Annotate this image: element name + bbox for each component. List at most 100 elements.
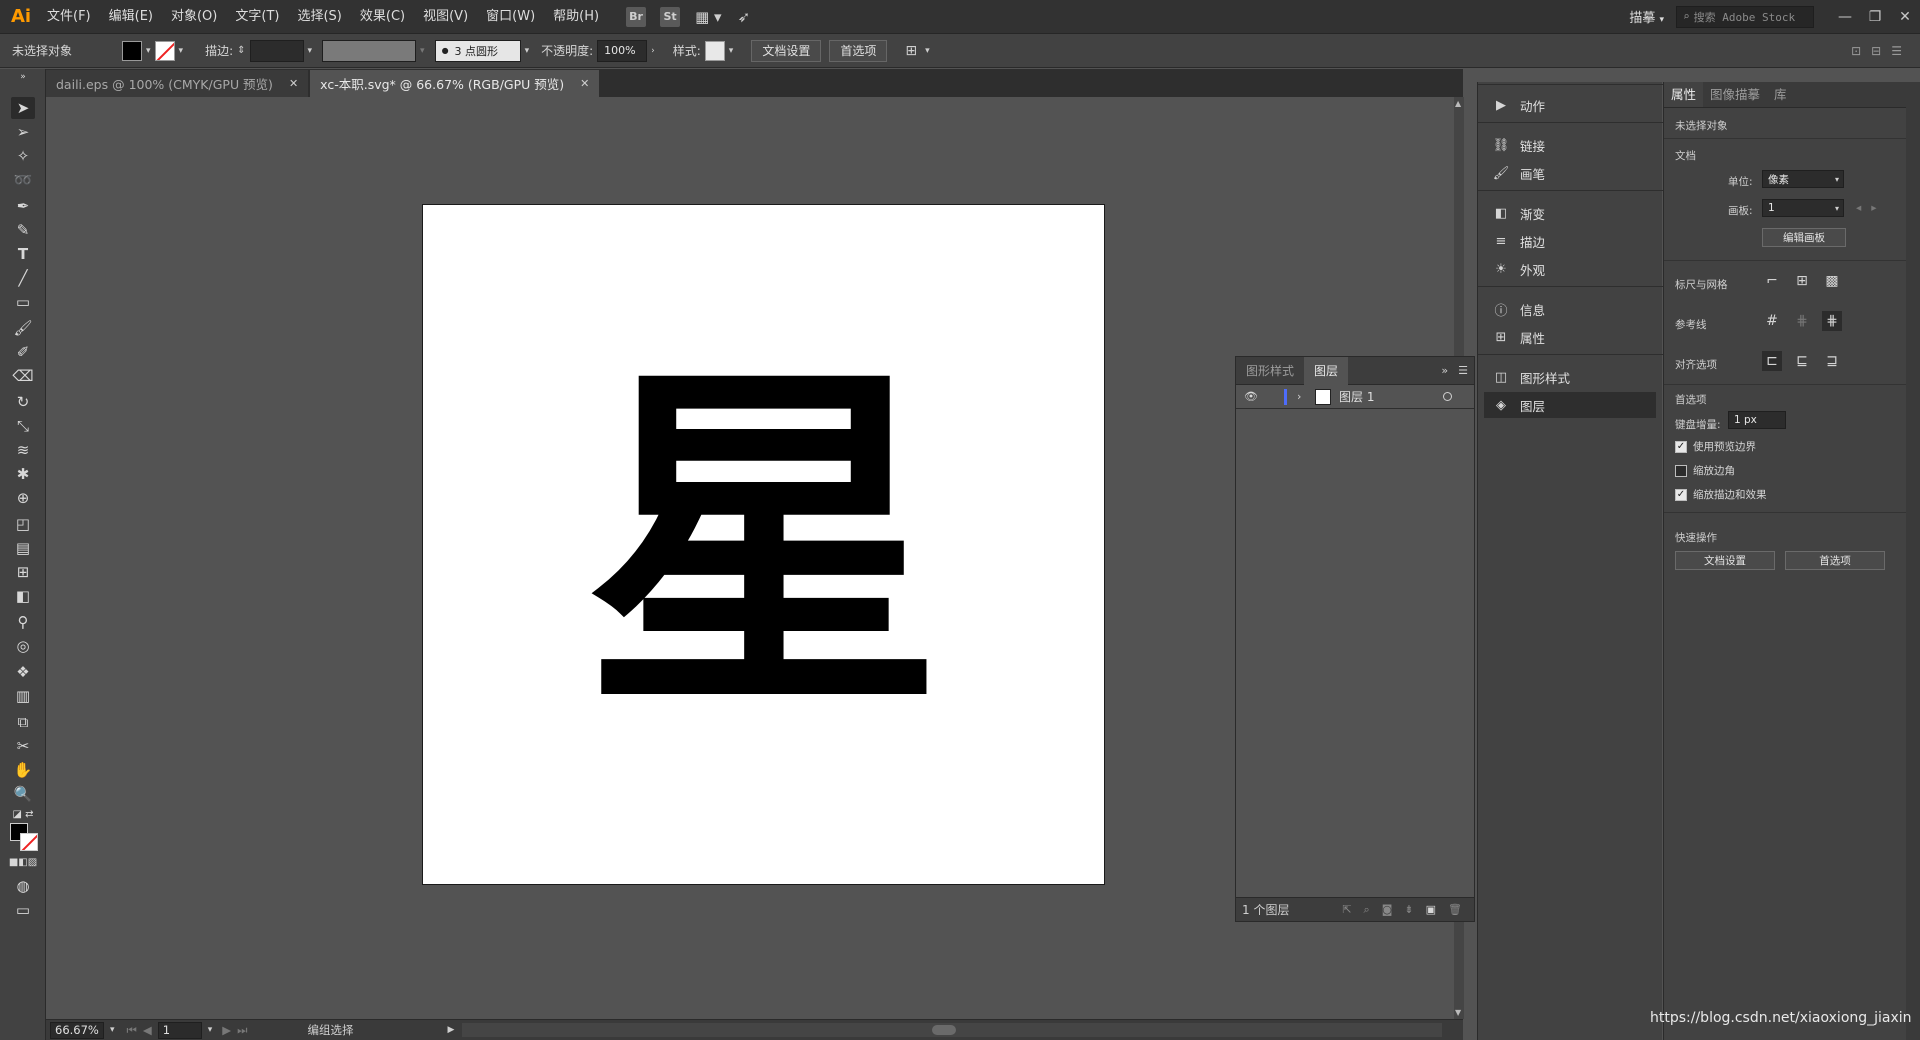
status-menu-icon[interactable]: ▶ <box>448 1025 455 1035</box>
align-objects-icon[interactable]: ⊟ <box>1871 44 1881 58</box>
layer-name[interactable]: 图层 1 <box>1339 388 1374 405</box>
dock-item-layers[interactable]: ◈ 图层 <box>1484 392 1656 418</box>
fill-swatch[interactable] <box>122 40 142 61</box>
first-artboard-icon[interactable]: ⏮ <box>127 1023 137 1038</box>
slice-tool-icon[interactable]: ✂ <box>11 735 35 757</box>
snap-to-point-icon[interactable]: ⊏ <box>1762 351 1782 371</box>
artboard-number-field[interactable]: 1 <box>157 1021 202 1039</box>
zoom-field[interactable]: 66.67% <box>50 1021 104 1039</box>
brush-definition[interactable]: ● 3 点圆形 <box>434 39 521 62</box>
warp-tool-icon[interactable]: ≋ <box>11 439 35 461</box>
magic-wand-tool-icon[interactable]: ✧ <box>11 145 35 167</box>
menu-help[interactable]: 帮助(H) <box>544 0 608 34</box>
layer-target-icon[interactable] <box>1443 392 1452 401</box>
minimize-button[interactable]: — <box>1830 0 1860 34</box>
line-segment-tool-icon[interactable]: ╱ <box>11 267 35 289</box>
stroke-stepper-icon[interactable]: ⇕ <box>237 45 245 56</box>
lock-guides-icon[interactable]: ⋕ <box>1792 311 1812 331</box>
menu-window[interactable]: 窗口(W) <box>477 0 544 34</box>
scroll-up-icon[interactable]: ▲ <box>1455 99 1461 108</box>
delete-icon[interactable]: 🗑 <box>1448 903 1462 917</box>
column-graph-tool-icon[interactable]: ▥ <box>11 685 35 707</box>
free-transform-tool-icon[interactable]: ⊕ <box>11 487 35 509</box>
close-icon[interactable]: ✕ <box>580 77 589 90</box>
guides-icon[interactable]: # <box>1762 311 1782 331</box>
grid-icon[interactable]: ⊞ <box>1792 271 1812 291</box>
profile-dropdown-icon[interactable]: ▾ <box>420 46 425 56</box>
close-icon[interactable]: ✕ <box>289 77 298 90</box>
align-dropdown-icon[interactable]: ▾ <box>925 46 930 56</box>
dock-item-gradient[interactable]: ◧ 渐变 <box>1484 200 1656 226</box>
variable-width-profile[interactable] <box>322 39 417 62</box>
snap-to-glyph-icon[interactable]: ⊒ <box>1822 351 1842 371</box>
scale-corners-checkbox[interactable]: 缩放边角 <box>1675 463 1735 478</box>
dock-item-actions[interactable]: ▶ 动作 <box>1484 92 1656 118</box>
stock-icon[interactable]: St <box>660 6 681 27</box>
default-colors-icon[interactable]: ◪ ⇄ <box>11 807 35 821</box>
last-artboard-icon[interactable]: ⏭ <box>237 1023 247 1038</box>
stock-search-input[interactable]: ⌕ 搜索 Adobe Stock <box>1676 5 1814 28</box>
tab-properties[interactable]: 属性 <box>1664 82 1704 107</box>
gpu-performance-icon[interactable]: ➶ <box>738 8 751 26</box>
shaper-tool-icon[interactable]: ✐ <box>11 341 35 363</box>
menu-select[interactable]: 选择(S) <box>288 0 350 34</box>
opacity-more-icon[interactable]: › <box>651 46 655 56</box>
maximize-button[interactable]: ❐ <box>1860 0 1890 34</box>
export-icon[interactable]: ⇱ <box>1342 903 1351 917</box>
eyedropper-tool-icon[interactable]: ⚲ <box>11 611 35 633</box>
artboard-select[interactable]: 1 ▾ <box>1762 199 1844 217</box>
opacity-field[interactable]: 100% <box>597 39 648 62</box>
paintbrush-tool-icon[interactable]: 🖌 <box>11 317 35 339</box>
collapse-panel-icon[interactable]: » <box>1441 364 1448 377</box>
artboard-tool-icon[interactable]: ⧉ <box>11 711 35 733</box>
preferences-button[interactable]: 首选项 <box>829 39 888 62</box>
rectangle-tool-icon[interactable]: ▭ <box>11 291 35 313</box>
stroke-color-box[interactable] <box>20 833 38 851</box>
menu-object[interactable]: 对象(O) <box>162 0 226 34</box>
collapse-toolbar-icon[interactable]: » <box>11 71 35 83</box>
stroke-weight-dropdown-icon[interactable]: ▾ <box>308 46 313 56</box>
screen-mode-icon[interactable]: ▭ <box>11 899 35 921</box>
scale-tool-icon[interactable]: ⤡ <box>11 415 35 437</box>
gradient-tool-icon[interactable]: ◧ <box>11 585 35 607</box>
artboard-prev-next-icon[interactable]: ◂ ▸ <box>1856 202 1877 214</box>
units-select[interactable]: 像素 ▾ <box>1762 170 1844 188</box>
menu-file[interactable]: 文件(F) <box>38 0 100 34</box>
snap-to-pixel-icon[interactable]: ⊑ <box>1792 351 1812 371</box>
ruler-icon[interactable]: ⌐ <box>1762 271 1782 291</box>
transform-icon[interactable]: ⊡ <box>1851 44 1861 58</box>
selection-tool-icon[interactable]: ➤ <box>11 97 35 119</box>
drawing-modes-icon[interactable]: ◍ <box>11 875 35 897</box>
quick-doc-setup-button[interactable]: 文档设置 <box>1675 551 1775 570</box>
panel-menu-icon[interactable]: ☰ <box>1458 364 1468 377</box>
menu-edit[interactable]: 编辑(E) <box>100 0 162 34</box>
next-artboard-icon[interactable]: ▶ <box>222 1023 231 1037</box>
close-button[interactable]: ✕ <box>1890 0 1920 34</box>
tab-libraries[interactable]: 库 <box>1767 82 1794 107</box>
dock-item-graphic-styles[interactable]: ◫ 图形样式 <box>1484 364 1656 390</box>
dock-item-appearance[interactable]: ☀ 外观 <box>1484 256 1656 282</box>
brush-dropdown-icon[interactable]: ▾ <box>525 46 530 56</box>
tab-xc-svg[interactable]: xc-本职.svg* @ 66.67% (RGB/GPU 预览) ✕ <box>310 70 600 97</box>
eraser-tool-icon[interactable]: ⌫ <box>11 365 35 387</box>
menu-view[interactable]: 视图(V) <box>414 0 477 34</box>
keyboard-increment-field[interactable]: 1 px <box>1728 411 1786 429</box>
lasso-tool-icon[interactable]: ➿ <box>11 169 35 191</box>
smart-guides-icon[interactable]: ⋕ <box>1822 311 1842 331</box>
pen-tool-icon[interactable]: ✒ <box>11 195 35 217</box>
perspective-grid-tool-icon[interactable]: ▤ <box>11 537 35 559</box>
align-icon[interactable]: ⊞ <box>905 43 917 59</box>
shape-builder-tool-icon[interactable]: ◰ <box>11 513 35 535</box>
curvature-tool-icon[interactable]: ✎ <box>11 219 35 241</box>
artboard-dropdown-icon[interactable]: ▾ <box>208 1025 213 1035</box>
tab-layers[interactable]: 图层 <box>1304 356 1349 385</box>
dock-item-links[interactable]: ⛓ 链接 <box>1484 132 1656 158</box>
dock-item-brushes[interactable]: 🖌 画笔 <box>1484 160 1656 186</box>
use-preview-bounds-checkbox[interactable]: ✓ 使用预览边界 <box>1675 439 1756 454</box>
blend-tool-icon[interactable]: ◎ <box>11 635 35 657</box>
puppet-warp-tool-icon[interactable]: ✱ <box>11 463 35 485</box>
edit-artboards-button[interactable]: 编辑画板 <box>1762 228 1846 247</box>
dock-item-attributes[interactable]: ⊞ 属性 <box>1484 324 1656 350</box>
mesh-tool-icon[interactable]: ⊞ <box>11 561 35 583</box>
dock-item-info[interactable]: ⓘ 信息 <box>1484 296 1656 322</box>
